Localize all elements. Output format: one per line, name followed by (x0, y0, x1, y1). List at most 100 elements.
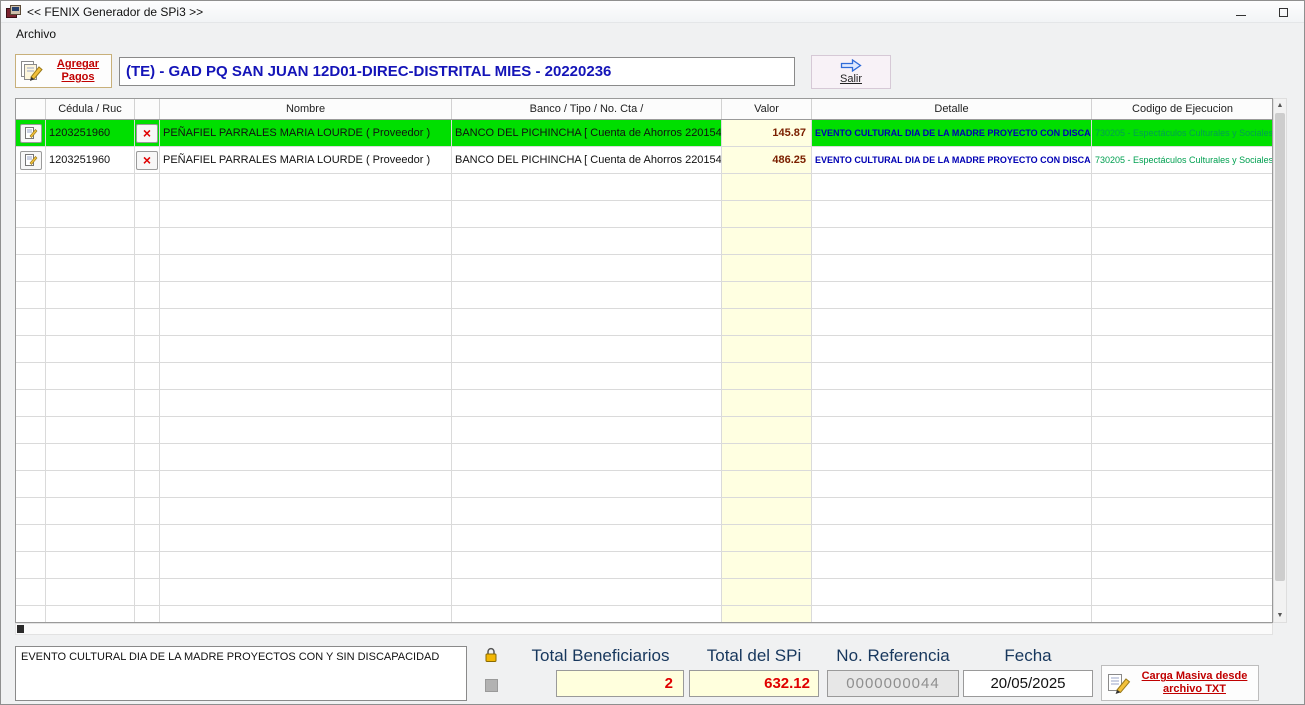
payments-grid: Cédula / Ruc Nombre Banco / Tipo / No. C… (15, 98, 1273, 623)
gray-indicator-square[interactable] (485, 679, 498, 692)
salir-label: Salir (840, 73, 862, 85)
maximize-button[interactable] (1262, 1, 1304, 23)
table-row[interactable]: × (16, 417, 1272, 444)
close-x-icon: × (143, 153, 151, 167)
cell-nombre (160, 579, 452, 606)
cell-edit (16, 282, 46, 309)
agregar-pagos-button[interactable]: Agregar Pagos (15, 54, 112, 88)
header-field-input[interactable] (119, 57, 795, 86)
writing-hand-icon (1106, 670, 1132, 696)
carga-masiva-button[interactable]: Carga Masiva desde archivo TXT (1101, 665, 1259, 701)
cell-detalle (812, 336, 1092, 363)
cell-detalle (812, 417, 1092, 444)
menu-item-archivo[interactable]: Archivo (10, 25, 62, 43)
horizontal-scrollbar-thumb[interactable] (17, 625, 24, 633)
grid-body: 1203251960 × PEÑAFIEL PARRALES MARIA LOU… (16, 120, 1272, 623)
column-header-blank2 (135, 99, 160, 119)
cell-edit (16, 201, 46, 228)
cell-delete: × (135, 525, 160, 552)
cell-codigo: 730205 - Espectáculos Culturales y Socia… (1092, 147, 1273, 174)
minimize-button[interactable] (1220, 1, 1262, 23)
cell-edit (16, 120, 46, 147)
carga-masiva-label: Carga Masiva desde archivo TXT (1135, 670, 1254, 695)
cell-cedula (46, 228, 135, 255)
salir-button[interactable]: Salir (811, 55, 891, 89)
cell-detalle (812, 498, 1092, 525)
cell-delete: × (135, 417, 160, 444)
horizontal-scrollbar[interactable] (15, 623, 1273, 635)
cell-cedula (46, 201, 135, 228)
table-row[interactable]: × (16, 228, 1272, 255)
table-row[interactable]: × (16, 444, 1272, 471)
table-row[interactable]: × (16, 282, 1272, 309)
cell-codigo (1092, 417, 1273, 444)
minimize-icon (1236, 15, 1246, 16)
cell-cedula (46, 498, 135, 525)
cell-detalle (812, 444, 1092, 471)
detalle-textarea[interactable]: EVENTO CULTURAL DIA DE LA MADRE PROYECTO… (15, 646, 467, 701)
fecha-input[interactable] (963, 670, 1093, 697)
cell-delete: × (135, 147, 160, 174)
cell-codigo (1092, 390, 1273, 417)
cell-cedula (46, 606, 135, 623)
cell-cedula (46, 309, 135, 336)
scroll-down-button[interactable]: ▼ (1274, 609, 1286, 622)
cell-edit (16, 228, 46, 255)
grid-header: Cédula / Ruc Nombre Banco / Tipo / No. C… (16, 99, 1272, 120)
cell-codigo (1092, 498, 1273, 525)
table-row[interactable]: × (16, 498, 1272, 525)
cell-codigo (1092, 336, 1273, 363)
cell-delete: × (135, 606, 160, 623)
cell-cedula (46, 282, 135, 309)
cell-valor (722, 498, 812, 525)
table-row[interactable]: × (16, 471, 1272, 498)
cell-valor (722, 282, 812, 309)
edit-sheet-icon (24, 126, 38, 140)
table-row[interactable]: × (16, 201, 1272, 228)
delete-row-button[interactable]: × (136, 151, 158, 170)
vertical-scrollbar[interactable]: ▲ ▼ (1273, 98, 1287, 623)
table-row[interactable]: × (16, 255, 1272, 282)
edit-row-button[interactable] (20, 124, 42, 143)
table-row[interactable]: × (16, 390, 1272, 417)
cell-delete: × (135, 174, 160, 201)
cell-delete: × (135, 282, 160, 309)
cell-valor (722, 363, 812, 390)
table-row[interactable]: × (16, 363, 1272, 390)
table-row[interactable]: × (16, 174, 1272, 201)
cell-banco (452, 336, 722, 363)
cell-codigo (1092, 579, 1273, 606)
cell-detalle (812, 201, 1092, 228)
table-row[interactable]: × (16, 336, 1272, 363)
table-row[interactable]: 1203251960 × PEÑAFIEL PARRALES MARIA LOU… (16, 147, 1272, 174)
cell-detalle (812, 525, 1092, 552)
table-row[interactable]: × (16, 525, 1272, 552)
cell-banco (452, 498, 722, 525)
edit-row-button[interactable] (20, 151, 42, 170)
scroll-up-button[interactable]: ▲ (1274, 99, 1286, 112)
cell-codigo (1092, 174, 1273, 201)
cell-edit (16, 444, 46, 471)
cell-delete: × (135, 390, 160, 417)
table-row[interactable]: 1203251960 × PEÑAFIEL PARRALES MARIA LOU… (16, 120, 1272, 147)
table-row[interactable]: × (16, 579, 1272, 606)
table-row[interactable]: × (16, 552, 1272, 579)
delete-row-button[interactable]: × (136, 124, 158, 143)
cell-cedula (46, 444, 135, 471)
cell-valor (722, 201, 812, 228)
window-controls (1220, 1, 1304, 23)
cell-nombre (160, 282, 452, 309)
cell-valor (722, 255, 812, 282)
cell-codigo (1092, 282, 1273, 309)
total-beneficiarios-value: 2 (556, 670, 684, 697)
cell-nombre (160, 444, 452, 471)
vertical-scrollbar-thumb[interactable] (1275, 113, 1285, 581)
table-row[interactable]: × (16, 309, 1272, 336)
cell-detalle (812, 579, 1092, 606)
table-row[interactable]: × (16, 606, 1272, 623)
cell-banco: BANCO DEL PICHINCHA [ Cuenta de Ahorros … (452, 147, 722, 174)
cell-nombre (160, 417, 452, 444)
cell-banco (452, 444, 722, 471)
total-beneficiarios-label: Total Beneficiarios (513, 646, 688, 666)
cell-nombre (160, 552, 452, 579)
